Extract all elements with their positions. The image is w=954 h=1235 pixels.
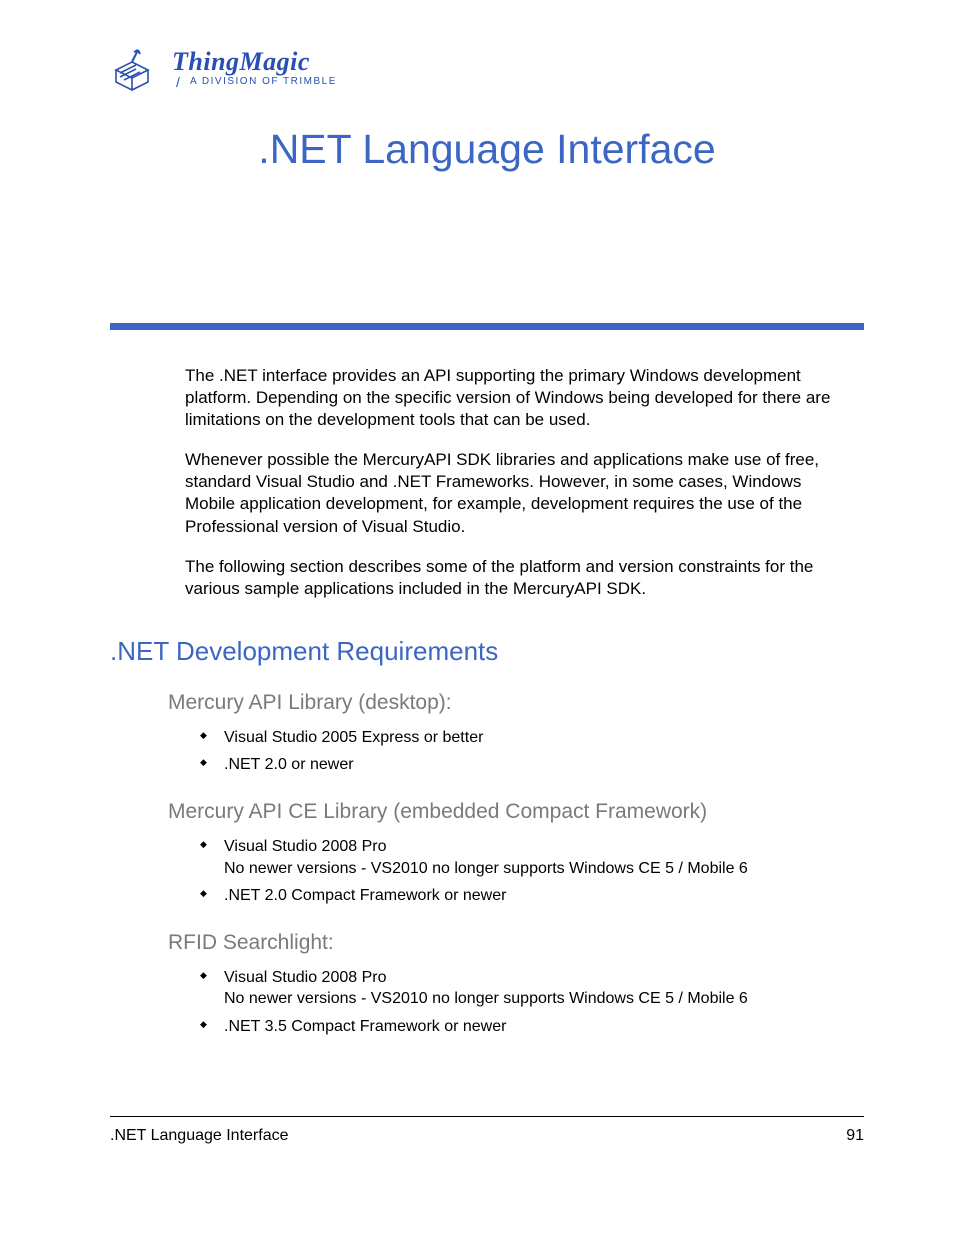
intro-paragraph: The .NET interface provides an API suppo… — [185, 365, 854, 431]
list-item-text: .NET 2.0 or newer — [224, 756, 354, 773]
list-item: .NET 2.0 Compact Framework or newer — [200, 885, 864, 907]
section-heading: .NET Development Requirements — [110, 636, 864, 667]
requirement-list: Visual Studio 2008 Pro No newer versions… — [200, 836, 864, 907]
list-item: .NET 3.5 Compact Framework or newer — [200, 1016, 864, 1038]
brand-logo: ThingMagic A DIVISION OF TRIMBLE — [110, 40, 864, 96]
list-item: .NET 2.0 or newer — [200, 754, 864, 776]
cube-arrow-icon — [110, 40, 164, 96]
sub-heading: RFID Searchlight: — [168, 931, 864, 955]
list-item-text: Visual Studio 2008 Pro — [224, 969, 386, 986]
sub-heading: Mercury API CE Library (embedded Compact… — [168, 800, 864, 824]
logo-title: ThingMagic — [172, 49, 337, 75]
intro-paragraph: The following section describes some of … — [185, 556, 854, 600]
logo-subtitle: A DIVISION OF TRIMBLE — [190, 77, 337, 87]
list-item: Visual Studio 2008 Pro No newer versions… — [200, 836, 864, 879]
divider-bar — [110, 323, 864, 330]
sub-heading: Mercury API Library (desktop): — [168, 691, 864, 715]
list-item: Visual Studio 2005 Express or better — [200, 727, 864, 749]
list-item-text: .NET 3.5 Compact Framework or newer — [224, 1018, 506, 1035]
list-item: Visual Studio 2008 Pro No newer versions… — [200, 967, 864, 1010]
page-footer: .NET Language Interface 91 — [110, 1116, 864, 1145]
page-title: .NET Language Interface — [110, 126, 864, 173]
list-item-text: Visual Studio 2005 Express or better — [224, 729, 483, 746]
requirement-list: Visual Studio 2008 Pro No newer versions… — [200, 967, 864, 1038]
intro-block: The .NET interface provides an API suppo… — [185, 365, 854, 600]
footer-title: .NET Language Interface — [110, 1127, 289, 1145]
requirement-list: Visual Studio 2005 Express or better .NE… — [200, 727, 864, 776]
list-item-text: Visual Studio 2008 Pro — [224, 838, 386, 855]
logo-text: ThingMagic A DIVISION OF TRIMBLE — [172, 49, 337, 87]
intro-paragraph: Whenever possible the MercuryAPI SDK lib… — [185, 449, 854, 537]
list-item-text: .NET 2.0 Compact Framework or newer — [224, 887, 506, 904]
list-item-note: No newer versions - VS2010 no longer sup… — [224, 858, 864, 880]
footer-page-number: 91 — [846, 1127, 864, 1145]
list-item-note: No newer versions - VS2010 no longer sup… — [224, 988, 864, 1010]
